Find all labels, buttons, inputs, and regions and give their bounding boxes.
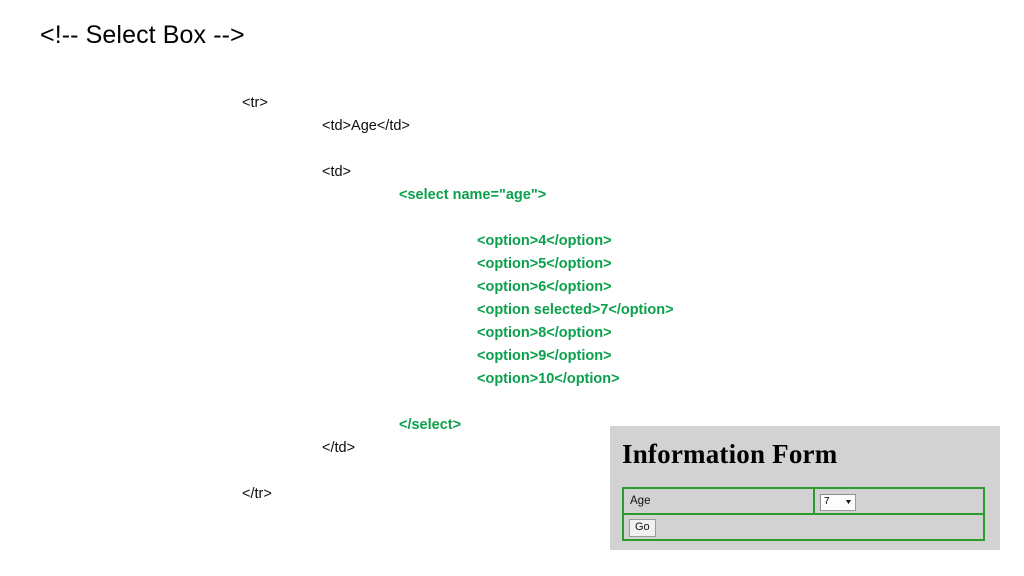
code-line: <option selected>7</option> (477, 302, 674, 318)
cell-age-label: Age (622, 487, 815, 515)
code-line: </tr> (242, 486, 272, 502)
code-line: <select name="age"> (399, 187, 547, 203)
cell-submit: Go (622, 513, 985, 541)
code-line: <td>Age</td> (322, 118, 410, 134)
code-line: <option>10</option> (477, 371, 620, 387)
information-table: Age 7 ▼ Go (622, 487, 985, 541)
code-line: </select> (399, 417, 462, 433)
form-heading: Information Form (622, 439, 838, 469)
table-row-age: Age 7 ▼ (622, 487, 985, 515)
information-table-body: Age 7 ▼ Go (622, 487, 985, 541)
code-line: <option>6</option> (477, 279, 612, 295)
code-line: <td> (322, 164, 352, 180)
chevron-down-icon: ▼ (844, 498, 853, 506)
cell-age-field: 7 ▼ (813, 487, 985, 515)
age-select-value: 7 (824, 496, 830, 508)
code-line: <option>4</option> (477, 233, 612, 249)
code-line: <tr> (242, 95, 268, 111)
age-select[interactable]: 7 ▼ (820, 493, 856, 511)
code-line: <option>9</option> (477, 348, 612, 364)
code-line: <option>8</option> (477, 325, 612, 341)
go-button[interactable]: Go (629, 518, 656, 537)
code-line: <option>5</option> (477, 256, 612, 272)
table-row-submit: Go (622, 513, 985, 541)
information-form-panel: Information Form Age 7 ▼ Go (610, 426, 1000, 550)
code-line: </td> (322, 440, 356, 456)
slide-title: <!-- Select Box --> (40, 21, 245, 49)
